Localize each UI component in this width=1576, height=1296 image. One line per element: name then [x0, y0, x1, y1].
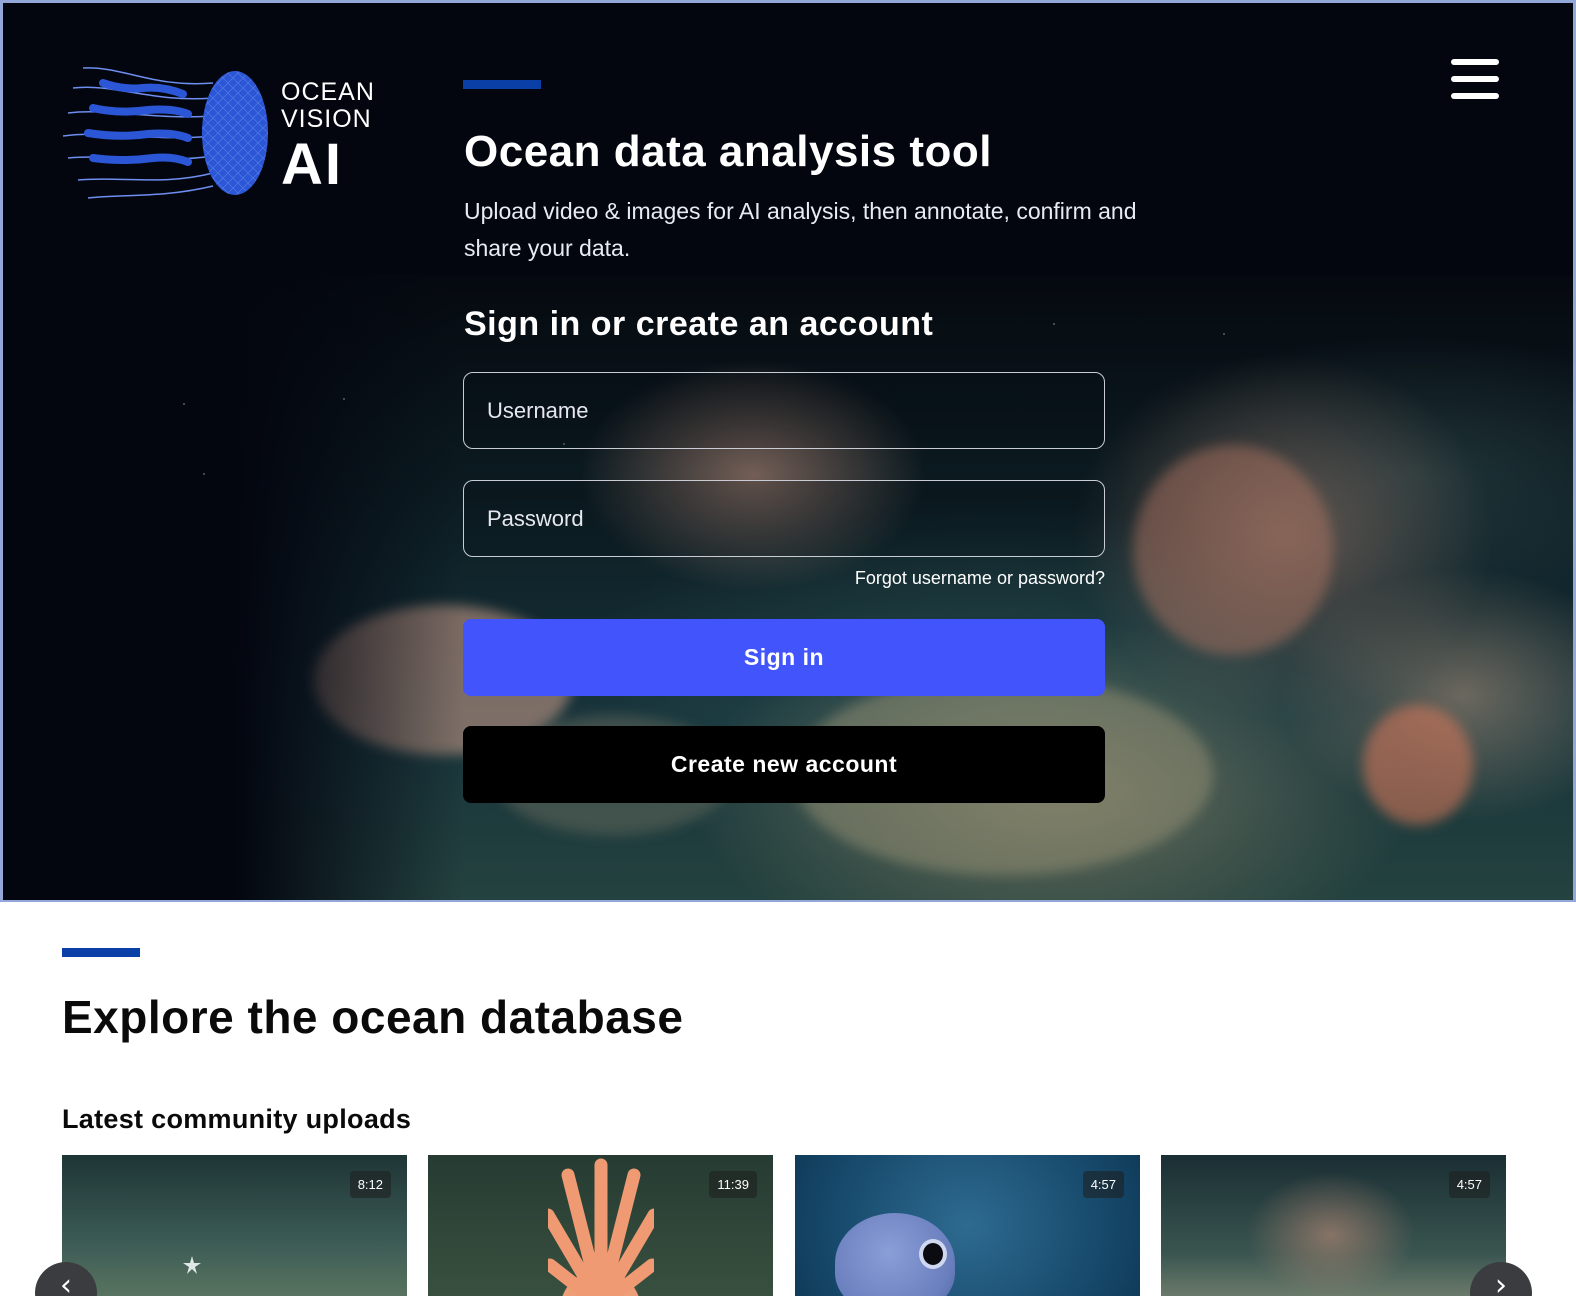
logo-line-2: VISION: [281, 105, 372, 133]
password-input[interactable]: [463, 480, 1105, 557]
video-duration: 8:12: [349, 1171, 391, 1198]
sunflower-star-icon: [548, 1158, 654, 1296]
hero-description: Upload video & images for AI analysis, t…: [464, 198, 1137, 261]
uploads-title: Latest community uploads: [62, 1104, 412, 1134]
hero-accent-bar: [463, 80, 541, 89]
dumbo-octopus-icon: [835, 1213, 955, 1296]
forgot-credentials-link[interactable]: Forgot username or password?: [783, 568, 1105, 589]
ocean-vision-ai-logo[interactable]: OCEAN VISION AI: [62, 58, 383, 203]
jellyfish-logo-icon: [62, 67, 268, 199]
logo-line-1: OCEAN: [281, 78, 375, 106]
create-account-button[interactable]: Create new account: [463, 726, 1105, 803]
explore-accent-bar: [62, 948, 140, 957]
upload-thumbnail[interactable]: 4:57: [1161, 1155, 1506, 1296]
sign-in-button[interactable]: Sign in: [463, 619, 1105, 696]
chevron-left-icon: ‹: [60, 1268, 72, 1296]
logo-wordmark: OCEAN VISION AI: [281, 80, 375, 194]
hamburger-menu-icon[interactable]: [1451, 59, 1501, 103]
logo-line-3: AI: [281, 132, 343, 197]
video-duration: 4:57: [1082, 1171, 1124, 1198]
chevron-right-icon: ›: [1495, 1268, 1507, 1296]
username-input[interactable]: [463, 372, 1105, 449]
upload-thumbnail[interactable]: 8:12: [62, 1155, 407, 1296]
starfish-icon: [183, 1256, 201, 1274]
page-title: Ocean data analysis tool: [464, 127, 992, 176]
video-duration: 11:39: [709, 1171, 757, 1198]
signin-heading: Sign in or create an account: [464, 305, 934, 343]
video-duration: 4:57: [1448, 1171, 1490, 1198]
hero-section: OCEAN VISION AI Ocean data analysis tool…: [0, 0, 1576, 902]
explore-title: Explore the ocean database: [62, 991, 684, 1043]
upload-thumbnail[interactable]: 11:39: [428, 1155, 773, 1296]
upload-thumbnail[interactable]: 4:57: [795, 1155, 1140, 1296]
